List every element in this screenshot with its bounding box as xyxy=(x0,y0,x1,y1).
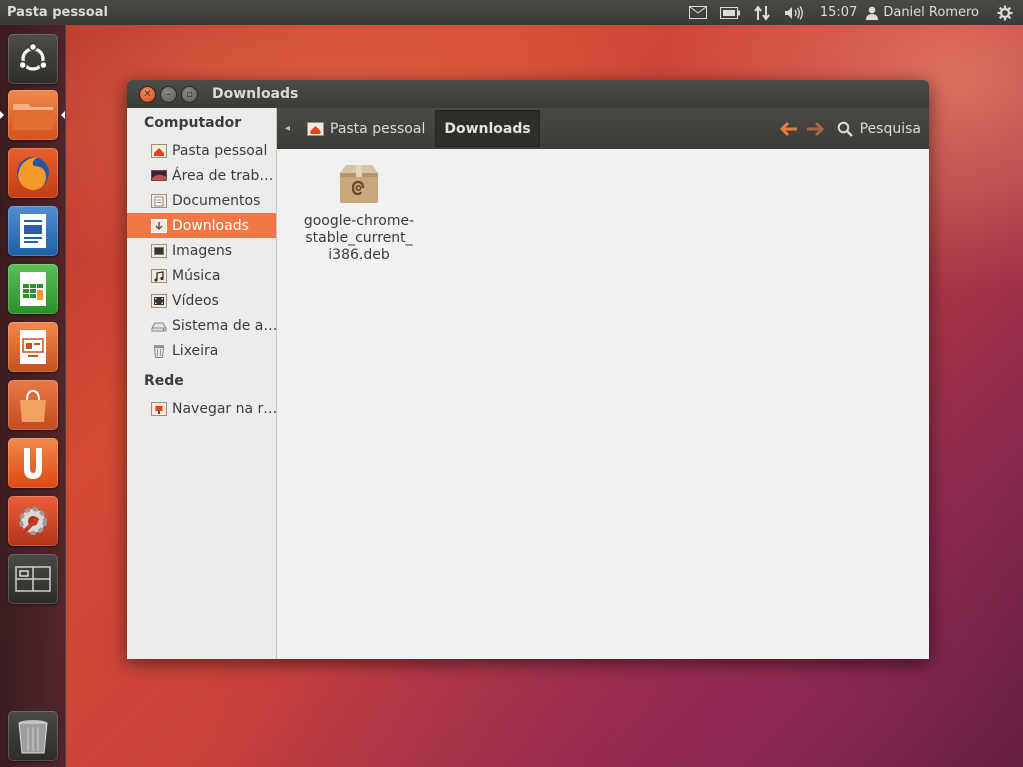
ubuntu-one-icon xyxy=(24,448,42,479)
deb-package-icon xyxy=(340,165,378,203)
sidebar-item-label: Música xyxy=(172,267,221,284)
dash-home-button[interactable] xyxy=(8,34,58,84)
ubuntu-logo-icon xyxy=(18,42,48,71)
breadcrumb-label: Pasta pessoal xyxy=(330,120,426,137)
calc-launcher[interactable] xyxy=(8,264,58,314)
videos-folder-icon xyxy=(151,293,167,308)
window-title: Downloads xyxy=(212,86,299,102)
calc-spreadsheet-icon xyxy=(20,272,46,306)
battery-icon[interactable] xyxy=(718,0,742,25)
sidebar-item-filesystem[interactable]: Sistema de a… xyxy=(127,313,276,338)
user-icon xyxy=(866,6,879,20)
folder-icon xyxy=(13,104,53,130)
firefox-launcher[interactable] xyxy=(8,148,58,198)
search-button[interactable] xyxy=(832,114,858,144)
sidebar-item-pictures[interactable]: Imagens xyxy=(127,238,276,263)
mail-icon[interactable] xyxy=(686,0,710,25)
files-home-launcher[interactable] xyxy=(8,90,58,140)
user-name: Daniel Romero xyxy=(883,5,979,20)
window-titlebar[interactable]: ✕ – ▫ Downloads xyxy=(127,80,929,108)
minimize-window-button[interactable]: – xyxy=(160,85,177,103)
documents-folder-icon xyxy=(151,193,167,208)
system-settings-icon xyxy=(18,507,47,538)
places-sidebar: Computador Pasta pessoal Área de trab… D… xyxy=(127,108,277,659)
sidebar-item-downloads[interactable]: Downloads xyxy=(127,213,276,238)
shopping-bag-icon xyxy=(20,389,46,422)
sidebar-item-label: Vídeos xyxy=(172,292,219,309)
sidebar-item-documents[interactable]: Documentos xyxy=(127,188,276,213)
maximize-window-button[interactable]: ▫ xyxy=(181,85,198,103)
music-folder-icon xyxy=(151,268,167,283)
desktop-icon xyxy=(151,169,167,181)
file-manager-window: ✕ – ▫ Downloads Computador Pasta pessoal… xyxy=(127,80,929,659)
user-menu[interactable]: Daniel Romero xyxy=(865,5,979,20)
sidebar-item-label: Sistema de a… xyxy=(172,317,276,334)
breadcrumb-label: Downloads xyxy=(444,120,531,137)
toolbar-actions: Pesquisa xyxy=(776,108,921,149)
back-arrow-icon xyxy=(779,121,797,136)
trash-icon xyxy=(153,344,165,358)
sidebar-item-home[interactable]: Pasta pessoal xyxy=(127,138,276,163)
sidebar-item-desktop[interactable]: Área de trab… xyxy=(127,163,276,188)
computer-heading: Computador xyxy=(144,115,242,131)
running-indicator xyxy=(0,111,4,119)
focused-indicator xyxy=(61,111,65,119)
writer-document-icon xyxy=(20,214,46,248)
filesystem-icon xyxy=(151,322,167,331)
sidebar-item-browse-network[interactable]: Navegar na r… xyxy=(127,396,276,421)
breadcrumb-scroll-left-icon[interactable]: ◂ xyxy=(285,123,299,134)
network-icon[interactable] xyxy=(750,0,774,25)
sidebar-item-music[interactable]: Música xyxy=(127,263,276,288)
system-settings-launcher[interactable] xyxy=(8,496,58,546)
network-folder-icon xyxy=(151,401,167,416)
firefox-icon xyxy=(17,157,49,190)
forward-button[interactable] xyxy=(802,114,828,144)
session-gear-icon[interactable] xyxy=(993,0,1017,25)
sidebar-item-trash[interactable]: Lixeira xyxy=(127,338,276,363)
launcher xyxy=(0,25,66,767)
sidebar-item-label: Downloads xyxy=(172,217,249,234)
top-panel: Pasta pessoal 15:07 Daniel Romero xyxy=(0,0,1023,25)
location-toolbar: ◂ Pasta pessoal Downloads Pesquisa xyxy=(277,108,929,149)
sidebar-item-label: Pasta pessoal xyxy=(172,142,268,159)
sidebar-item-videos[interactable]: Vídeos xyxy=(127,288,276,313)
breadcrumb-downloads[interactable]: Downloads xyxy=(435,110,540,147)
writer-launcher[interactable] xyxy=(8,206,58,256)
home-folder-icon xyxy=(151,143,167,158)
clock[interactable]: 15:07 xyxy=(820,5,857,20)
file-item[interactable]: google-chrome- stable_current_ i386.deb xyxy=(297,163,421,264)
software-center-launcher[interactable] xyxy=(8,380,58,430)
sidebar-item-label: Navegar na r… xyxy=(172,400,276,417)
volume-icon[interactable] xyxy=(782,0,806,25)
downloads-folder-icon xyxy=(151,218,167,233)
sidebar-item-label: Imagens xyxy=(172,242,233,259)
home-folder-icon xyxy=(307,122,324,136)
forward-arrow-icon xyxy=(806,121,824,136)
impress-launcher[interactable] xyxy=(8,322,58,372)
file-name-line: i386.deb xyxy=(328,247,390,263)
sidebar-item-label: Lixeira xyxy=(172,342,219,359)
workspace-icon xyxy=(15,566,51,592)
search-label[interactable]: Pesquisa xyxy=(860,121,921,137)
trash-launcher[interactable] xyxy=(8,711,58,761)
file-view[interactable]: google-chrome- stable_current_ i386.deb xyxy=(277,149,929,659)
ubuntu-one-launcher[interactable] xyxy=(8,438,58,488)
sidebar-item-label: Área de trab… xyxy=(172,167,274,184)
back-button[interactable] xyxy=(776,114,802,144)
workspace-switcher-launcher[interactable] xyxy=(8,554,58,604)
trash-bin-icon xyxy=(18,720,48,754)
close-window-button[interactable]: ✕ xyxy=(139,85,156,103)
impress-presentation-icon xyxy=(20,330,46,364)
file-name: google-chrome- stable_current_ i386.deb xyxy=(297,213,421,264)
indicator-area: 15:07 Daniel Romero xyxy=(682,0,1023,25)
breadcrumb-home[interactable]: Pasta pessoal xyxy=(299,111,433,146)
file-name-line: stable_current_ xyxy=(305,230,413,246)
active-app-title: Pasta pessoal xyxy=(7,5,108,20)
sidebar-item-label: Documentos xyxy=(172,192,261,209)
search-icon xyxy=(837,121,853,137)
file-name-line: google-chrome- xyxy=(303,213,415,229)
network-heading: Rede xyxy=(144,373,184,389)
pictures-folder-icon xyxy=(151,243,167,258)
